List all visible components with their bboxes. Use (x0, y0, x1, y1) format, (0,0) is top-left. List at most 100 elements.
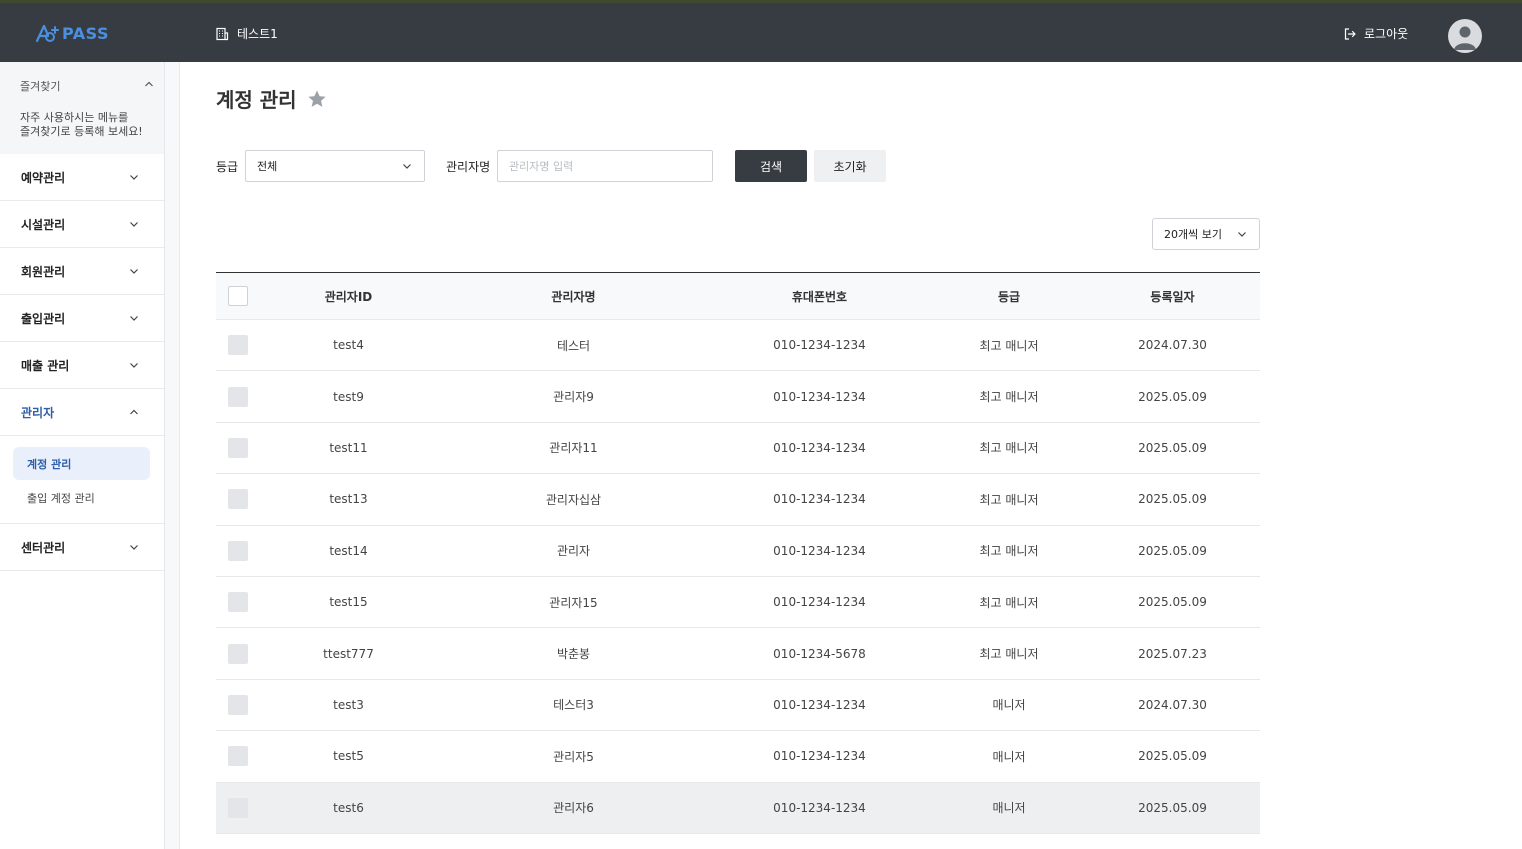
sidebar-item-sales[interactable]: 매출 관리 (0, 342, 164, 389)
cell-grade: 최고 매니저 (979, 544, 1039, 559)
logout-label: 로그아웃 (1364, 27, 1409, 41)
row-checkbox[interactable] (228, 437, 248, 458)
logo[interactable]: PASS (34, 23, 109, 43)
table-row[interactable]: test4 테스터 010-1234-1234 최고 매니저 2024.07.3… (216, 320, 1260, 372)
cell-admin-id: test14 (329, 543, 368, 558)
building-icon (216, 27, 229, 40)
sidebar-item-access[interactable]: 출입관리 (0, 295, 164, 342)
page-size-value: 20개씩 보기 (1164, 228, 1222, 241)
select-all-checkbox[interactable] (228, 286, 248, 306)
cell-admin-id: test13 (329, 492, 368, 507)
sidebar-item-label: 예약관리 (21, 170, 66, 185)
admin-submenu: 계정 관리 출입 계정 관리 (0, 436, 164, 524)
favorites-panel: 즐겨찾기 자주 사용하시는 메뉴를 즐겨찾기로 등록해 보세요! (0, 62, 164, 154)
cell-registered-date: 2025.07.23 (1138, 646, 1207, 661)
cell-registered-date: 2025.05.09 (1138, 543, 1207, 558)
chevron-down-icon (130, 316, 138, 321)
cell-admin-name: 관리자9 (553, 390, 594, 405)
sidebar-divider (165, 62, 180, 849)
cell-admin-name: 관리자11 (549, 441, 598, 456)
row-checkbox[interactable] (228, 592, 248, 613)
avatar[interactable] (1448, 19, 1482, 53)
sidebar-item-members[interactable]: 회원관리 (0, 248, 164, 295)
sidebar-item-center[interactable]: 센터관리 (0, 524, 164, 571)
table-row[interactable]: test14 관리자 010-1234-1234 최고 매니저 2025.05.… (216, 526, 1260, 577)
sidebar-item-admin[interactable]: 관리자 (0, 389, 164, 436)
cell-admin-name: 관리자15 (549, 595, 598, 610)
page-title-text: 계정 관리 (216, 88, 297, 112)
column-header-grade[interactable]: 등급 (929, 288, 1089, 305)
table-row[interactable]: test9 관리자9 010-1234-1234 최고 매니저 2025.05.… (216, 371, 1260, 423)
grade-select[interactable]: 전체 (245, 150, 425, 182)
cell-admin-name: 관리자 (556, 544, 591, 559)
cell-registered-date: 2025.05.09 (1138, 492, 1207, 507)
table-row[interactable]: test5 관리자5 010-1234-1234 매니저 2025.05.09 (216, 731, 1260, 783)
submenu-item-access-account-management[interactable]: 출입 계정 관리 (13, 481, 150, 514)
cell-grade: 매니저 (992, 698, 1026, 713)
cell-registered-date: 2025.05.09 (1138, 595, 1207, 610)
sidebar-item-label: 관리자 (21, 405, 55, 420)
row-checkbox[interactable] (228, 386, 248, 407)
chevron-down-icon (1238, 232, 1246, 237)
row-checkbox[interactable] (228, 797, 248, 818)
cell-grade: 매니저 (992, 749, 1026, 764)
table-row[interactable]: test15 관리자15 010-1234-1234 최고 매니저 2025.0… (216, 577, 1260, 629)
cell-admin-name: 테스터3 (553, 698, 594, 713)
logo-mark-icon (35, 24, 59, 43)
cell-phone: 010-1234-1234 (773, 543, 866, 558)
cell-admin-name: 관리자6 (553, 801, 594, 816)
grade-label: 등급 (216, 160, 239, 174)
chevron-up-icon[interactable] (143, 78, 155, 90)
row-checkbox[interactable] (228, 643, 248, 664)
column-header-admin-id[interactable]: 관리자ID (260, 288, 437, 305)
chevron-down-icon (403, 164, 411, 169)
cell-admin-id: test4 (333, 338, 364, 353)
sidebar-item-facility[interactable]: 시설관리 (0, 201, 164, 248)
column-header-phone[interactable]: 휴대폰번호 (710, 288, 929, 305)
table-row[interactable]: ttest777 박춘봉 010-1234-5678 최고 매니저 2025.0… (216, 628, 1260, 680)
chevron-down-icon (130, 269, 138, 274)
submenu-item-label: 출입 계정 관리 (27, 491, 95, 505)
cell-registered-date: 2025.05.09 (1138, 800, 1207, 815)
cell-admin-name: 테스터 (556, 338, 591, 353)
table-row[interactable]: test11 관리자11 010-1234-1234 최고 매니저 2025.0… (216, 423, 1260, 475)
cell-admin-id: test3 (333, 697, 364, 712)
row-checkbox[interactable] (228, 694, 248, 715)
cell-registered-date: 2025.05.09 (1138, 389, 1207, 404)
column-header-registered-date[interactable]: 등록일자 (1089, 288, 1256, 305)
star-icon[interactable] (307, 89, 327, 109)
sidebar-item-label: 출입관리 (21, 311, 66, 326)
cell-phone: 010-1234-1234 (773, 389, 866, 404)
chevron-up-icon (130, 409, 138, 415)
center-selector[interactable]: 테스트1 (215, 25, 278, 42)
page-title: 계정 관리 (216, 84, 327, 113)
row-checkbox[interactable] (228, 540, 248, 561)
chevron-down-icon (130, 545, 138, 550)
submenu-item-account-management[interactable]: 계정 관리 (13, 447, 150, 480)
admin-name-input[interactable] (497, 150, 713, 182)
cell-phone: 010-1234-1234 (773, 440, 866, 455)
cell-admin-name: 박춘봉 (556, 647, 591, 662)
sidebar-item-reservation[interactable]: 예약관리 (0, 154, 164, 201)
cell-phone: 010-1234-1234 (773, 338, 866, 353)
table-row[interactable]: test3 테스터3 010-1234-1234 매니저 2024.07.30 (216, 680, 1260, 732)
row-checkbox[interactable] (228, 746, 248, 767)
reset-button[interactable]: 초기화 (814, 150, 886, 182)
cell-admin-id: test5 (333, 749, 364, 764)
accounts-table: 관리자ID 관리자명 휴대폰번호 등급 등록일자 test4 테스터 010-1… (216, 272, 1260, 834)
logout-button[interactable]: 로그아웃 (1343, 25, 1408, 42)
row-checkbox[interactable] (228, 489, 248, 510)
search-button[interactable]: 검색 (735, 150, 807, 182)
cell-grade: 최고 매니저 (979, 338, 1039, 353)
grade-select-value: 전체 (257, 160, 278, 173)
cell-grade: 최고 매니저 (979, 390, 1039, 405)
table-row[interactable]: test6 관리자6 010-1234-1234 매니저 2025.05.09 (216, 782, 1260, 834)
column-header-admin-name[interactable]: 관리자명 (437, 288, 710, 305)
reset-button-label: 초기화 (833, 159, 867, 174)
cell-registered-date: 2024.07.30 (1138, 338, 1207, 353)
cell-phone: 010-1234-1234 (773, 595, 866, 610)
row-checkbox[interactable] (228, 335, 248, 356)
table-row[interactable]: test13 관리자십삼 010-1234-1234 최고 매니저 2025.0… (216, 474, 1260, 526)
page-size-select[interactable]: 20개씩 보기 (1152, 218, 1260, 250)
cell-registered-date: 2025.05.09 (1138, 749, 1207, 764)
